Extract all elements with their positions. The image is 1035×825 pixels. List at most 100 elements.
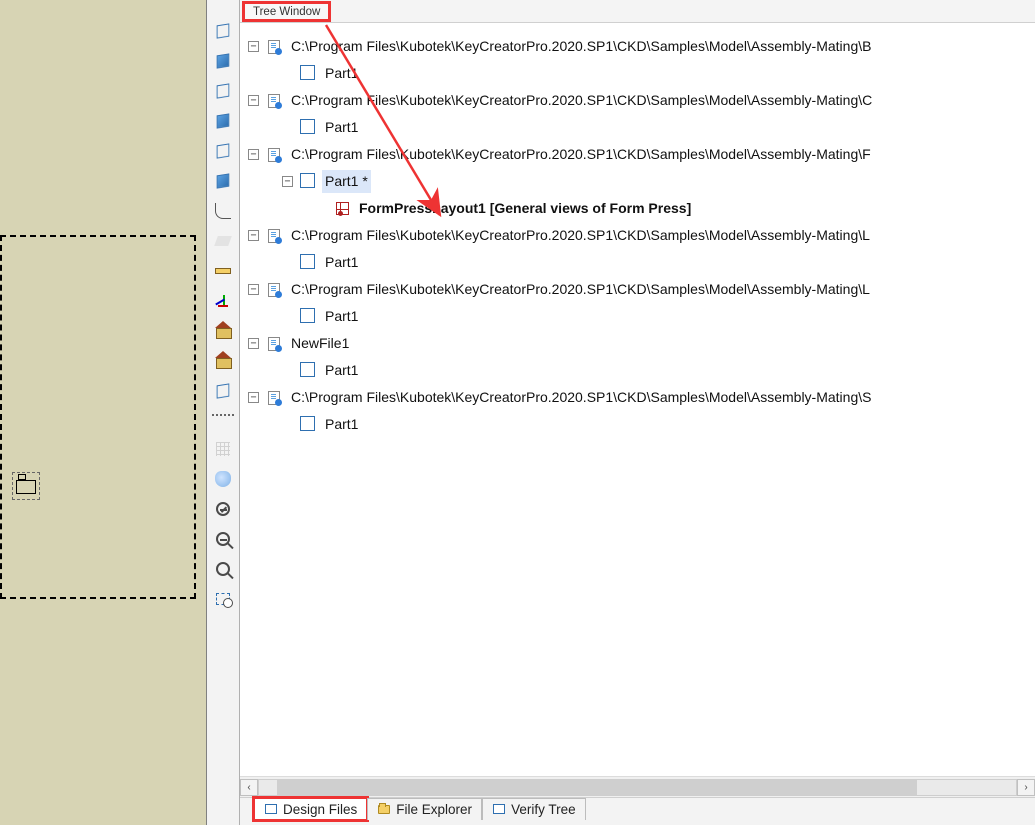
tree-file-node[interactable]: − C:\Program Files\Kubotek\KeyCreatorPro… bbox=[248, 276, 1035, 303]
part-icon bbox=[300, 120, 316, 136]
file-path-label: NewFile1 bbox=[288, 332, 352, 355]
cube-iso-icon[interactable] bbox=[210, 378, 236, 404]
drawing-object[interactable] bbox=[10, 470, 42, 502]
file-icon bbox=[266, 147, 282, 163]
zoom-window-icon[interactable] bbox=[210, 586, 236, 612]
part-icon bbox=[300, 309, 316, 325]
drawing-frame bbox=[0, 235, 196, 599]
scroll-thumb[interactable] bbox=[277, 780, 917, 795]
horizontal-scrollbar[interactable]: ‹ › bbox=[240, 776, 1035, 797]
file-path-label: C:\Program Files\Kubotek\KeyCreatorPro.2… bbox=[288, 386, 874, 409]
tree-leaf-icon bbox=[282, 257, 293, 268]
tree-panel: Tree Window − C:\Program Files\Kubotek\K… bbox=[240, 0, 1035, 825]
tree-part-node[interactable]: Part1 bbox=[248, 411, 1035, 438]
zoom-out-icon[interactable] bbox=[210, 526, 236, 552]
view-toolbar bbox=[207, 0, 240, 825]
part-label: Part1 * bbox=[322, 170, 371, 193]
part-icon bbox=[300, 174, 316, 190]
cube-edges-icon[interactable] bbox=[210, 78, 236, 104]
file-path-label: C:\Program Files\Kubotek\KeyCreatorPro.2… bbox=[288, 224, 873, 247]
cube-ghost-icon[interactable] bbox=[210, 138, 236, 164]
part-label: Part1 bbox=[322, 62, 361, 85]
collapse-icon[interactable]: − bbox=[248, 392, 259, 403]
app-root: Tree Window − C:\Program Files\Kubotek\K… bbox=[0, 0, 1035, 825]
part-label: Part1 bbox=[322, 413, 361, 436]
tree-file-node[interactable]: − C:\Program Files\Kubotek\KeyCreatorPro… bbox=[248, 141, 1035, 168]
part-label: Part1 bbox=[322, 359, 361, 382]
file-icon bbox=[266, 336, 282, 352]
tree-file-node[interactable]: − NewFile1 bbox=[248, 330, 1035, 357]
collapse-icon[interactable]: − bbox=[248, 41, 259, 52]
part-icon bbox=[300, 255, 316, 271]
file-icon bbox=[266, 228, 282, 244]
collapse-icon[interactable]: − bbox=[248, 284, 259, 295]
tab-label: File Explorer bbox=[396, 802, 472, 817]
tree-area[interactable]: − C:\Program Files\Kubotek\KeyCreatorPro… bbox=[240, 23, 1035, 776]
stack-icon bbox=[492, 803, 506, 817]
file-path-label: C:\Program Files\Kubotek\KeyCreatorPro.2… bbox=[288, 143, 874, 166]
grid-icon[interactable] bbox=[210, 436, 236, 462]
tab-verify-tree[interactable]: Verify Tree bbox=[482, 798, 586, 820]
zoom-in-icon[interactable] bbox=[210, 496, 236, 522]
ruler-icon[interactable] bbox=[210, 258, 236, 284]
file-path-label: C:\Program Files\Kubotek\KeyCreatorPro.2… bbox=[288, 89, 875, 112]
tree-part-node[interactable]: Part1 bbox=[248, 303, 1035, 330]
part-label: Part1 bbox=[322, 251, 361, 274]
collapse-icon[interactable]: − bbox=[282, 176, 293, 187]
tree-window-title[interactable]: Tree Window bbox=[244, 3, 329, 20]
collapse-icon[interactable]: − bbox=[248, 95, 259, 106]
collapse-icon[interactable]: − bbox=[248, 149, 259, 160]
file-path-label: C:\Program Files\Kubotek\KeyCreatorPro.2… bbox=[288, 35, 874, 58]
axes-icon[interactable] bbox=[210, 288, 236, 314]
file-icon bbox=[266, 282, 282, 298]
part-icon bbox=[300, 66, 316, 82]
glove-icon[interactable] bbox=[210, 466, 236, 492]
file-icon bbox=[266, 39, 282, 55]
tab-design-files[interactable]: Design Files bbox=[254, 798, 367, 820]
scroll-right-button[interactable]: › bbox=[1017, 779, 1035, 796]
home-set-icon[interactable] bbox=[210, 348, 236, 374]
layout-label: FormPressLayout1 [General views of Form … bbox=[356, 197, 694, 220]
collapse-icon[interactable]: − bbox=[248, 230, 259, 241]
tab-file-explorer[interactable]: File Explorer bbox=[367, 798, 482, 820]
tree-file-node[interactable]: − C:\Program Files\Kubotek\KeyCreatorPro… bbox=[248, 87, 1035, 114]
tree-layout-node[interactable]: FormPressLayout1 [General views of Form … bbox=[248, 195, 1035, 222]
plane-icon[interactable] bbox=[210, 228, 236, 254]
folder-icon bbox=[377, 803, 391, 817]
tree-leaf-icon bbox=[282, 122, 293, 133]
tree-part-node[interactable]: − Part1 * bbox=[248, 168, 1035, 195]
cube-shaded-icon[interactable] bbox=[210, 48, 236, 74]
tree-leaf-icon bbox=[316, 203, 327, 214]
file-path-label: C:\Program Files\Kubotek\KeyCreatorPro.2… bbox=[288, 278, 873, 301]
tree-part-node[interactable]: Part1 bbox=[248, 60, 1035, 87]
zoom-fit-icon[interactable] bbox=[210, 556, 236, 582]
part-icon bbox=[300, 417, 316, 433]
tree-leaf-icon bbox=[282, 311, 293, 322]
cube-solid-icon[interactable] bbox=[210, 108, 236, 134]
scroll-left-button[interactable]: ‹ bbox=[240, 779, 258, 796]
scroll-track[interactable] bbox=[258, 779, 1017, 796]
tree-part-node[interactable]: Part1 bbox=[248, 114, 1035, 141]
tree-leaf-icon bbox=[282, 68, 293, 79]
cube-section-icon[interactable] bbox=[210, 168, 236, 194]
file-icon bbox=[266, 390, 282, 406]
home-icon[interactable] bbox=[210, 318, 236, 344]
part-label: Part1 bbox=[322, 116, 361, 139]
toolbar-separator bbox=[212, 414, 234, 432]
tree-file-node[interactable]: − C:\Program Files\Kubotek\KeyCreatorPro… bbox=[248, 384, 1035, 411]
tab-label: Design Files bbox=[283, 802, 357, 817]
tree-part-node[interactable]: Part1 bbox=[248, 249, 1035, 276]
collapse-icon[interactable]: − bbox=[248, 338, 259, 349]
file-icon bbox=[266, 93, 282, 109]
tree-file-node[interactable]: − C:\Program Files\Kubotek\KeyCreatorPro… bbox=[248, 222, 1035, 249]
layout-icon bbox=[334, 201, 350, 217]
tree-part-node[interactable]: Part1 bbox=[248, 357, 1035, 384]
drawing-viewport[interactable] bbox=[0, 0, 207, 825]
tree-leaf-icon bbox=[282, 419, 293, 430]
tree-header-bar: Tree Window bbox=[240, 0, 1035, 23]
tree-file-node[interactable]: − C:\Program Files\Kubotek\KeyCreatorPro… bbox=[248, 33, 1035, 60]
tree-leaf-icon bbox=[282, 365, 293, 376]
spline-icon[interactable] bbox=[210, 198, 236, 224]
cube-wire-icon[interactable] bbox=[210, 18, 236, 44]
part-icon bbox=[300, 363, 316, 379]
